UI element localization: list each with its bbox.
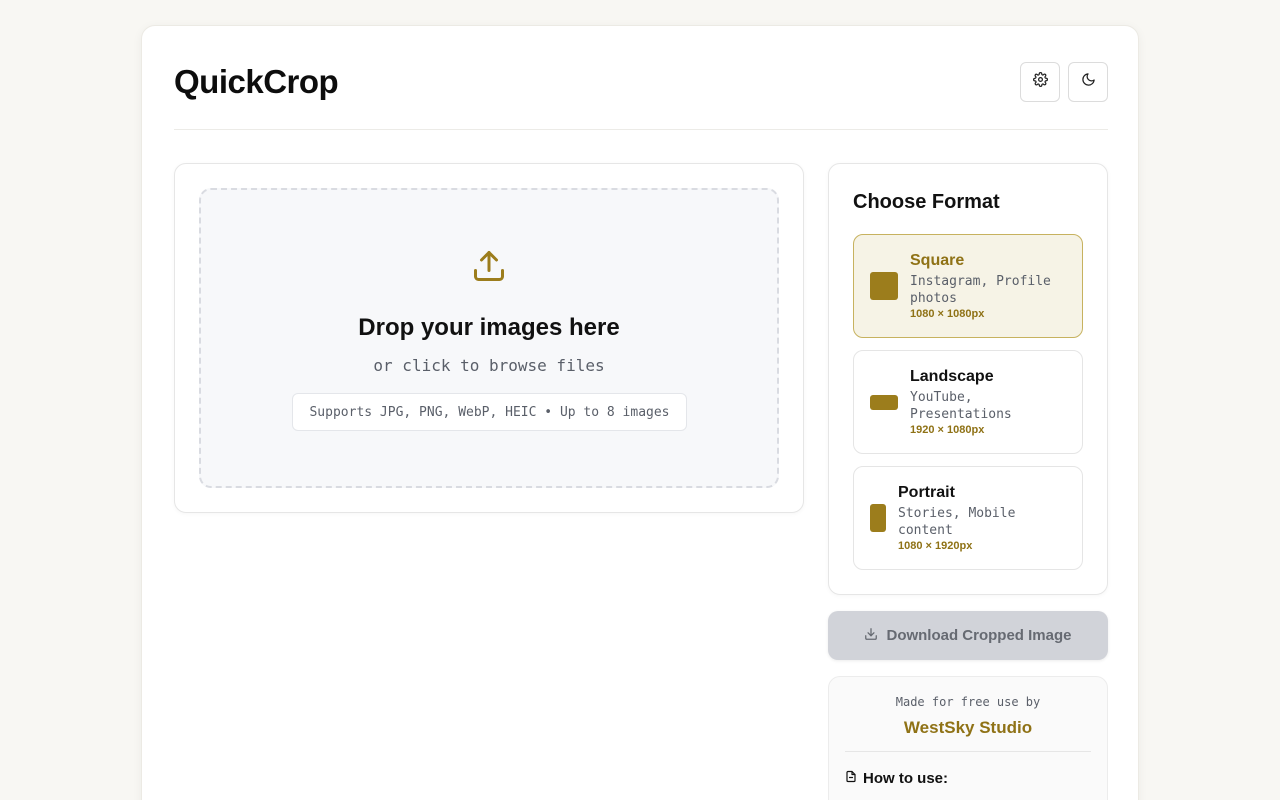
- dropzone-title: Drop your images here: [358, 314, 620, 341]
- format-option-landscape[interactable]: Landscape YouTube, Presentations 1920 × …: [853, 350, 1083, 454]
- upload-panel: Drop your images here or click to browse…: [174, 163, 804, 513]
- theme-toggle-button[interactable]: [1068, 62, 1108, 102]
- image-dropzone[interactable]: Drop your images here or click to browse…: [199, 188, 779, 488]
- browse-files-link[interactable]: or click to browse files: [201, 356, 777, 375]
- format-option-size: 1080 × 1080px: [910, 308, 985, 320]
- app-title: QuickCrop: [174, 63, 339, 100]
- credit-text: Made for free use by: [895, 695, 1041, 709]
- format-option-size: 1920 × 1080px: [910, 424, 985, 436]
- square-ratio-swatch: [870, 272, 898, 300]
- gear-icon: [1032, 72, 1048, 92]
- credit-panel: Made for free use by WestSky Studio How …: [828, 676, 1108, 800]
- studio-link[interactable]: WestSky Studio: [829, 718, 1107, 738]
- supported-formats-note: Supports JPG, PNG, WebP, HEIC • Up to 8 …: [292, 393, 687, 431]
- format-option-name: Portrait: [898, 484, 955, 501]
- document-icon: [845, 770, 857, 787]
- how-to-use-label: How to use:: [863, 770, 948, 787]
- app-header: QuickCrop: [174, 26, 1108, 130]
- landscape-ratio-swatch: [870, 395, 898, 410]
- format-panel: Choose Format Square Instagram, Profile …: [828, 163, 1108, 595]
- format-option-description: YouTube, Presentations: [910, 390, 1012, 422]
- moon-icon: [1081, 72, 1096, 92]
- upload-icon: [471, 248, 507, 289]
- format-option-name: Landscape: [910, 368, 994, 385]
- format-heading: Choose Format: [853, 191, 1000, 213]
- format-option-square[interactable]: Square Instagram, Profile photos 1080 × …: [853, 234, 1083, 338]
- format-option-portrait[interactable]: Portrait Stories, Mobile content 1080 × …: [853, 466, 1083, 570]
- format-option-description: Instagram, Profile photos: [910, 274, 1051, 306]
- portrait-ratio-swatch: [870, 504, 886, 532]
- app-card: QuickCrop Drop your images here or click…: [141, 25, 1139, 800]
- format-option-description: Stories, Mobile content: [898, 506, 1016, 538]
- format-option-size: 1080 × 1920px: [898, 540, 973, 552]
- download-button-label: Download Cropped Image: [886, 627, 1072, 644]
- download-icon: [864, 627, 878, 645]
- format-option-name: Square: [910, 252, 965, 269]
- how-to-use-heading: How to use:: [845, 770, 948, 787]
- credit-divider: [845, 751, 1091, 752]
- download-cropped-image-button[interactable]: Download Cropped Image: [828, 611, 1108, 660]
- settings-button[interactable]: [1020, 62, 1060, 102]
